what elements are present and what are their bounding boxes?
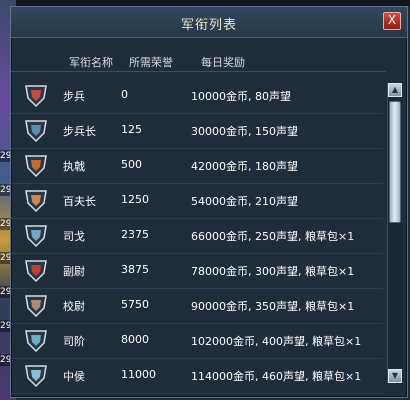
column-header-name: 军衔名称 [69, 56, 113, 69]
rank-list-panel: 军衔列表 X 军衔名称 所需荣誉 每日奖励 步兵 0 10000金币, 80声望 步兵… [10, 6, 408, 398]
rank-name: 司阶 [63, 335, 85, 348]
deputy-badge-icon [25, 260, 47, 283]
rank-reward: 66000金币, 250声望, 粮草包×1 [191, 230, 355, 243]
rank-row: 步兵 0 10000金币, 80声望 [11, 77, 383, 114]
rank-row: 百夫长 1250 54000金币, 210声望 [11, 182, 383, 219]
xiaowei-badge-icon [25, 295, 47, 318]
rank-reward: 102000金币, 400声望, 粮草包×1 [191, 335, 362, 348]
rank-honor: 5750 [121, 298, 149, 311]
zhonghou-badge-icon [25, 365, 47, 388]
rank-honor: 500 [121, 158, 142, 171]
rank-row: 步兵长 125 30000金币, 150声望 [11, 112, 383, 149]
close-button[interactable]: X [383, 12, 401, 30]
rank-honor: 3875 [121, 263, 149, 276]
column-header-honor: 所需荣誉 [129, 56, 173, 69]
rank-reward: 78000金币, 300声望, 粮草包×1 [191, 265, 355, 278]
sige-badge-icon [25, 225, 47, 248]
scroll-up-button[interactable]: ▲ [388, 83, 402, 97]
rank-table: 步兵 0 10000金币, 80声望步兵长 125 30000金币, 150声望执戟 50… [11, 77, 383, 397]
rank-reward: 114000金币, 460声望, 粮草包×1 [191, 370, 362, 383]
scroll-thumb[interactable] [389, 101, 401, 223]
rank-row: 校尉 5750 90000金币, 350声望, 粮草包×1 [11, 287, 383, 324]
rank-name: 中侯 [63, 370, 85, 383]
rank-reward: 30000金币, 150声望 [191, 125, 298, 138]
rank-honor: 11000 [121, 368, 156, 381]
rank-row: 司戈 2375 66000金币, 250声望, 粮草包×1 [11, 217, 383, 254]
rank-row: 副尉 3875 78000金币, 300声望, 粮草包×1 [11, 252, 383, 289]
rank-name: 百夫长 [63, 195, 96, 208]
rank-row: 执戟 500 42000金币, 180声望 [11, 147, 383, 184]
rank-name: 步兵 [63, 90, 85, 103]
rank-name: 副尉 [63, 265, 85, 278]
rank-reward: 54000金币, 210声望 [191, 195, 298, 208]
sijie-badge-icon [25, 330, 47, 353]
rank-name: 司戈 [63, 230, 85, 243]
scrollbar[interactable]: ▲ ▼ [387, 83, 402, 383]
rank-name: 校尉 [63, 300, 85, 313]
scroll-down-button[interactable]: ▼ [388, 369, 402, 383]
shield-badge-icon [25, 120, 47, 143]
rank-honor: 8000 [121, 333, 149, 346]
centurion-badge-icon [25, 190, 47, 213]
rank-name: 执戟 [63, 160, 85, 173]
spear-badge-icon [25, 155, 47, 178]
table-header: 军衔名称 所需荣誉 每日奖励 [11, 51, 386, 72]
rank-name: 步兵长 [63, 125, 96, 138]
rank-reward: 90000金币, 350声望, 粮草包×1 [191, 300, 355, 313]
panel-title: 军衔列表 [180, 18, 237, 33]
shield-badge-icon [25, 85, 47, 108]
rank-reward: 10000金币, 80声望 [191, 90, 291, 103]
rank-reward: 42000金币, 180声望 [191, 160, 298, 173]
rank-row: 中侯 11000 114000金币, 460声望, 粮草包×1 [11, 357, 383, 394]
rank-honor: 2375 [121, 228, 149, 241]
column-header-reward: 每日奖励 [201, 56, 245, 69]
rank-row: 司阶 8000 102000金币, 400声望, 粮草包×1 [11, 322, 383, 359]
rank-honor: 0 [121, 88, 128, 101]
panel-titlebar: 军衔列表 X [11, 7, 407, 38]
rank-honor: 125 [121, 123, 142, 136]
rank-honor: 1250 [121, 193, 149, 206]
